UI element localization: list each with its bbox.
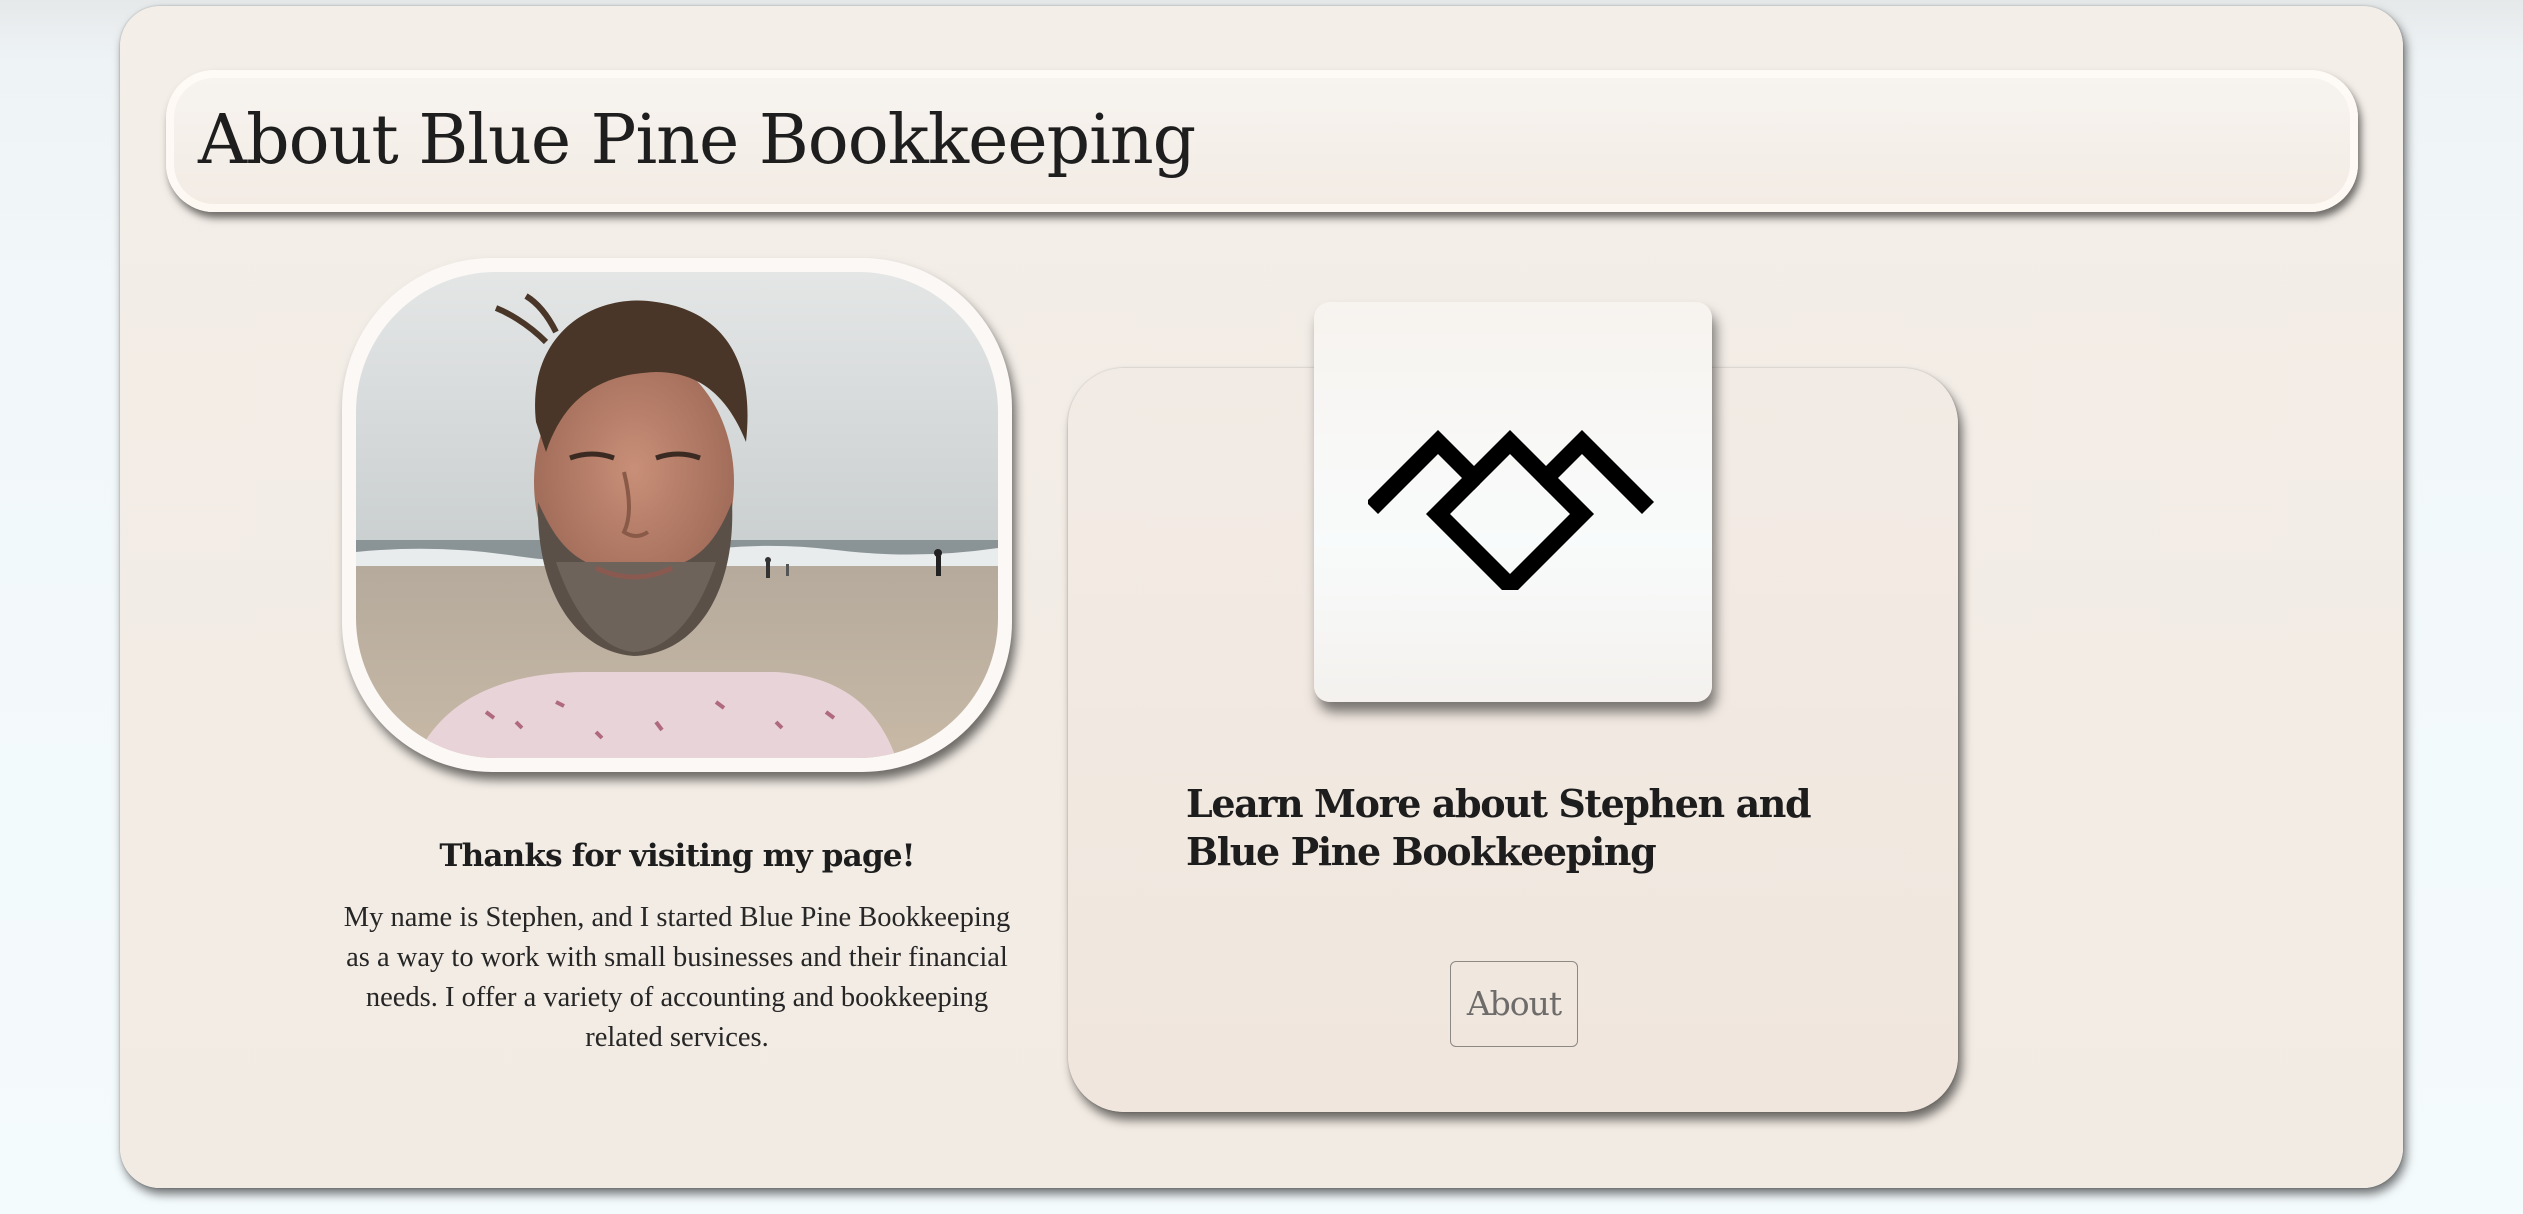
logo-tile [1314,302,1712,702]
intro-paragraph: My name is Stephen, and I started Blue P… [343,902,1011,1053]
profile-photo-frame [342,258,1012,772]
title-banner: About Blue Pine Bookkeeping [166,70,2358,212]
page-title: About Blue Pine Bookkeeping [198,101,1196,180]
intro-heading: Thanks for visiting my page! [439,838,915,874]
learn-more-heading: Learn More about Stephen and Blue Pine B… [1186,781,1812,874]
profile-photo [356,272,998,758]
about-button[interactable]: About [1450,961,1578,1047]
mountain-diamond-logo-icon [1368,429,1655,590]
